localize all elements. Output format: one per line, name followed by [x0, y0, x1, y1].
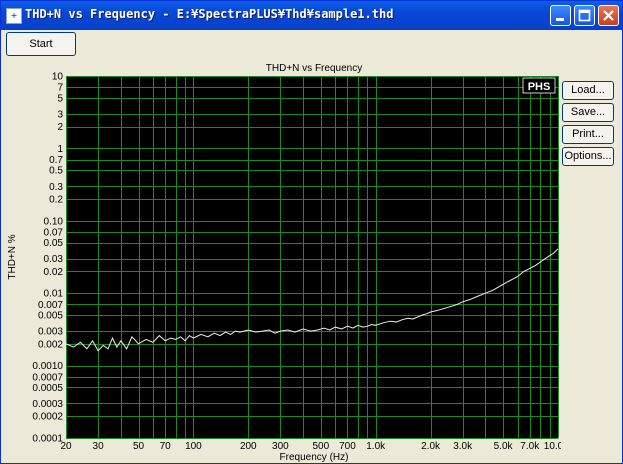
y-tick-label: 0.005 — [38, 310, 63, 321]
y-tick-label: 0.5 — [49, 166, 63, 177]
maximize-button[interactable] — [574, 5, 595, 26]
y-tick-label: 3 — [57, 109, 63, 120]
close-icon — [603, 10, 614, 21]
y-tick-label: 7 — [57, 83, 63, 94]
x-tick-label: 70 — [160, 441, 172, 452]
app-window: + THD+N vs Frequency - E:¥SpectraPLUS¥Th… — [0, 0, 623, 464]
x-tick-label: 3.0k — [453, 441, 473, 452]
x-tick-label: 50 — [133, 441, 145, 452]
x-tick-label: 300 — [272, 441, 289, 452]
window-title: THD+N vs Frequency - E:¥SpectraPLUS¥Thd¥… — [25, 7, 394, 21]
y-tick-label: 0.02 — [44, 267, 64, 278]
chart-panel: THD+N vs Frequency 20 30 50 70 100 200 300 500 7… — [1, 57, 569, 463]
save-button[interactable]: Save... — [562, 103, 614, 122]
y-tick-label: 10 — [52, 72, 64, 83]
title-bar[interactable]: + THD+N vs Frequency - E:¥SpectraPLUS¥Th… — [1, 1, 622, 30]
y-tick-label: 1 — [57, 144, 63, 155]
load-button[interactable]: Load... — [562, 81, 614, 100]
phs-logo: PHS — [522, 77, 556, 94]
x-tick-label: 10.0k — [544, 441, 561, 452]
y-tick-label: 0.0001 — [32, 434, 63, 445]
y-tick-label: 0.003 — [38, 327, 63, 338]
x-tick-label: 30 — [93, 441, 105, 452]
print-button[interactable]: Print... — [562, 125, 614, 144]
x-tick-label: 2.0k — [421, 441, 441, 452]
options-button[interactable]: Options... — [562, 147, 614, 166]
y-axis-label: THD+N % — [7, 234, 18, 279]
minimize-icon — [556, 18, 564, 21]
x-tick-label: 500 — [312, 441, 329, 452]
y-tick-label: 0.05 — [44, 238, 64, 249]
x-tick-labels: 20 30 50 70 100 200 300 500 700 1.0k 2.0k 3.0k 5.0k 7… — [60, 441, 569, 452]
svg-text:PHS: PHS — [528, 81, 551, 93]
y-tick-label: 0.07 — [44, 228, 64, 239]
chart-title: THD+N vs Frequency — [266, 63, 362, 74]
close-button[interactable] — [598, 5, 619, 26]
x-tick-label: 700 — [339, 441, 356, 452]
x-tick-label: 200 — [240, 441, 257, 452]
y-tick-label: 0.007 — [38, 300, 63, 311]
y-tick-label: 0.03 — [44, 254, 64, 265]
x-tick-label: 1.0k — [366, 441, 386, 452]
maximize-icon — [578, 9, 591, 22]
y-tick-label: 0.0003 — [32, 399, 63, 410]
y-tick-label: 0.002 — [38, 339, 63, 350]
x-axis-label: Frequency (Hz) — [280, 452, 349, 463]
y-tick-label: 0.0002 — [32, 412, 63, 423]
y-tick-label: 0.0007 — [32, 372, 63, 383]
y-tick-label: 0.7 — [49, 155, 63, 166]
spectraplus-app-icon[interactable]: + — [6, 8, 22, 24]
y-tick-label: 0.0010 — [32, 361, 63, 372]
x-tick-label: 7.0k — [520, 441, 540, 452]
y-tick-label: 0.01 — [44, 289, 64, 300]
x-tick-label: 5.0k — [494, 441, 514, 452]
y-tick-label: 0.0005 — [32, 383, 63, 394]
y-tick-label: 0.10 — [44, 216, 64, 227]
y-tick-labels: 1075 3 2 10.70.5 0.3 0.2 0.100.070.05 0.03 0.02 0… — [32, 72, 63, 445]
y-tick-label: 0.2 — [49, 195, 63, 206]
y-tick-label: 5 — [57, 93, 63, 104]
start-button[interactable]: Start — [6, 32, 76, 56]
y-tick-label: 0.3 — [49, 182, 63, 193]
y-tick-label: 2 — [57, 122, 63, 133]
thd-chart: THD+N vs Frequency 20 30 50 70 100 200 300 500 7… — [7, 63, 569, 463]
minimize-button[interactable] — [550, 5, 571, 26]
x-tick-label: 100 — [185, 441, 202, 452]
